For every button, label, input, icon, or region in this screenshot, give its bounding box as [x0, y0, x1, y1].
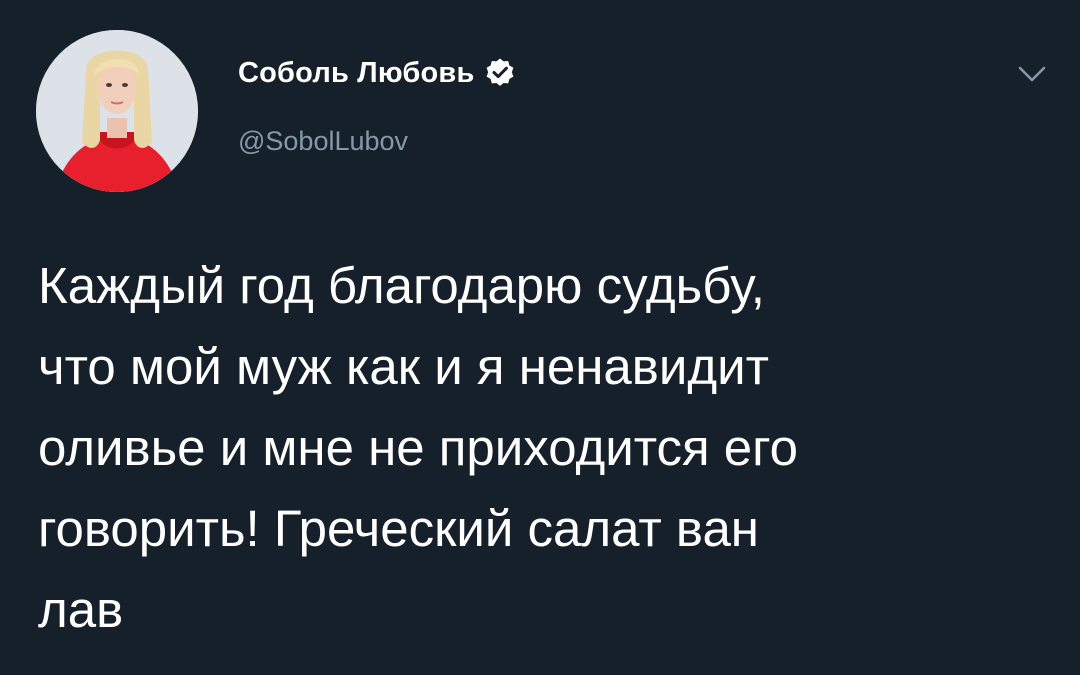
- tweet-text-line: оливье и мне не приходится его: [38, 419, 798, 476]
- verified-badge-icon: [484, 57, 516, 89]
- display-name[interactable]: Соболь Любовь: [238, 57, 474, 90]
- author-row: Соболь Любовь: [238, 50, 516, 96]
- tweet-text: Каждый год благодарю судьбу, что мой муж…: [38, 245, 1048, 650]
- tweet-text-line: что мой муж как и я ненавидит: [38, 338, 769, 395]
- tweet-text-line: лав: [38, 581, 124, 638]
- author-handle[interactable]: @SobolLubov: [238, 126, 408, 157]
- avatar-photo: [36, 30, 198, 192]
- tweet-card: Соболь Любовь @SobolLubov Каждый год бла…: [0, 0, 1080, 675]
- tweet-text-line: Каждый год благодарю судьбу,: [38, 257, 765, 314]
- tweet-text-line: говорить! Греческий салат ван: [38, 500, 759, 557]
- avatar[interactable]: [36, 30, 198, 192]
- chevron-down-icon[interactable]: [1004, 58, 1060, 92]
